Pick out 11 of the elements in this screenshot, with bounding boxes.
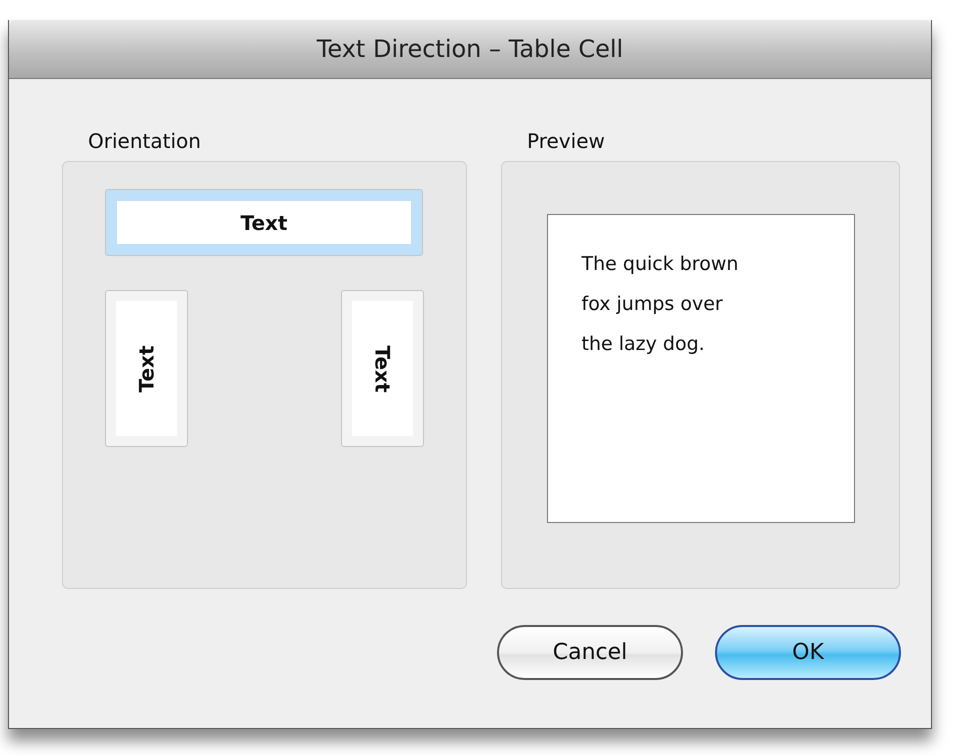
group-label: Preview (526, 129, 606, 155)
window-title: Text Direction – Table Cell (316, 35, 624, 63)
orientation-option[interactable]: Text (105, 290, 188, 447)
ok-button[interactable]: OK (715, 625, 901, 680)
cancel-button[interactable]: Cancel (497, 625, 683, 680)
preview-text: fox jumps over (582, 292, 724, 317)
group-label: Orientation (87, 129, 202, 155)
preview-text: The quick brown (582, 252, 740, 277)
preview-text: the lazy dog. (582, 332, 706, 357)
orientation-option[interactable]: Text (341, 290, 424, 447)
orientation-option[interactable]: Text (105, 189, 423, 256)
